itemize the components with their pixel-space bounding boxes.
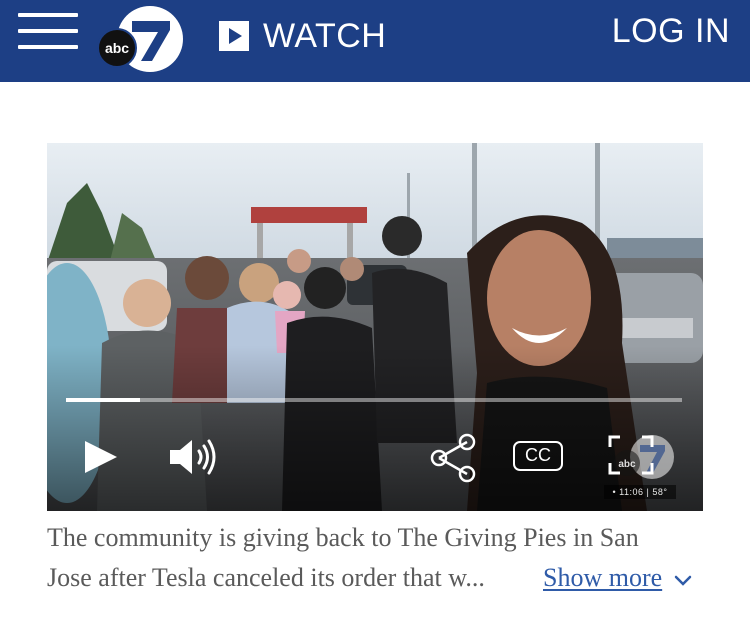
abc7-logo[interactable]: abc (96, 3, 188, 75)
watch-label: WATCH (263, 17, 387, 55)
play-icon[interactable] (81, 439, 121, 475)
volume-icon[interactable] (168, 437, 224, 477)
top-nav-bar: abc WATCH LOG IN (0, 0, 750, 82)
show-more-link[interactable]: Show more (543, 558, 692, 598)
watch-link[interactable]: WATCH (219, 16, 386, 56)
menu-icon[interactable] (18, 13, 78, 49)
chevron-down-icon (674, 575, 692, 586)
progress-bar[interactable] (66, 398, 682, 402)
play-square-icon (219, 21, 249, 51)
cc-button[interactable]: CC (513, 441, 563, 471)
video-frame (47, 143, 703, 511)
watermark-time-temp: • 11:06 | 58° (604, 485, 676, 499)
logo-text: abc (105, 40, 129, 56)
progress-fill (66, 398, 140, 402)
caption-line-1: The community is giving back to The Givi… (47, 523, 639, 552)
share-icon[interactable] (427, 431, 481, 485)
video-player[interactable]: CC abc • 11:06 | 58° (47, 143, 703, 511)
login-link[interactable]: LOG IN (612, 11, 730, 51)
show-more-label: Show more (543, 563, 663, 592)
fullscreen-icon[interactable] (608, 435, 654, 475)
